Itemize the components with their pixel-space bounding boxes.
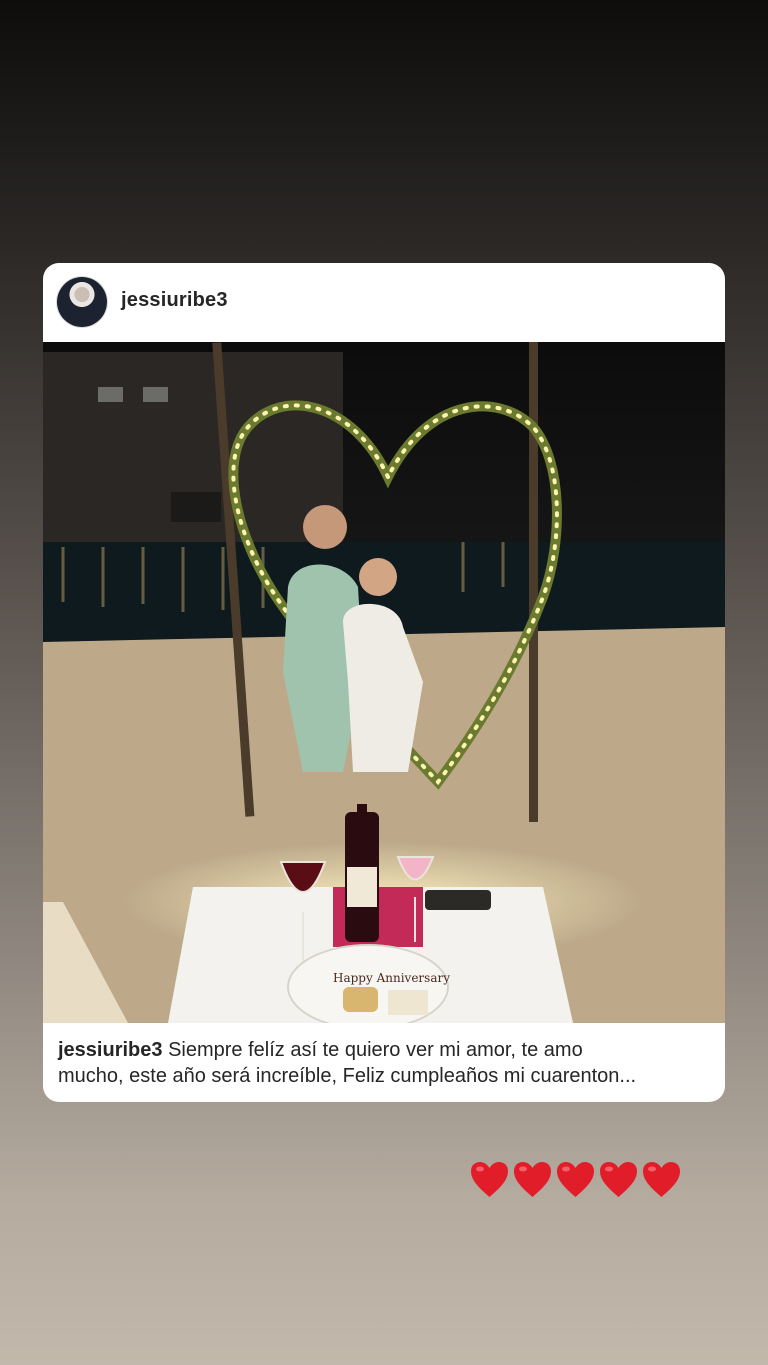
red-heart-icon bbox=[514, 1162, 551, 1197]
red-heart-icon bbox=[557, 1162, 594, 1197]
profile-avatar[interactable] bbox=[57, 277, 107, 327]
caption-username[interactable]: jessiuribe3 bbox=[58, 1039, 163, 1061]
post-caption[interactable]: jessiuribe3 Siempre felíz así te quiero … bbox=[58, 1037, 718, 1089]
red-heart-icon bbox=[471, 1162, 508, 1197]
heart-reactions bbox=[468, 1157, 683, 1203]
phone bbox=[425, 890, 491, 910]
cake-text: Happy Anniversary bbox=[333, 971, 450, 985]
caption-line-2: mucho, este año será increíble, Feliz cu… bbox=[58, 1065, 637, 1087]
photo-illustration: Happy Anniversary bbox=[43, 342, 725, 1023]
shared-post-card[interactable]: jessiuribe3 Happy Anniversary jessiuribe… bbox=[43, 263, 725, 1102]
caption-line-1: Siempre felíz así te quiero ver mi amor,… bbox=[168, 1039, 583, 1061]
post-header: jessiuribe3 bbox=[43, 263, 725, 341]
red-heart-icon bbox=[600, 1162, 637, 1197]
red-heart-icon bbox=[643, 1162, 680, 1197]
post-username[interactable]: jessiuribe3 bbox=[121, 289, 228, 312]
post-photo[interactable]: Happy Anniversary bbox=[43, 342, 725, 1023]
